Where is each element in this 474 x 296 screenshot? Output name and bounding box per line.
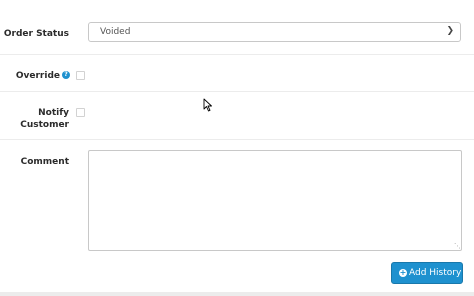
separator	[0, 54, 474, 55]
order-status-value: Voided	[100, 27, 131, 37]
notify-label-line2: Customer	[20, 120, 69, 130]
separator	[0, 91, 474, 92]
bottom-bar	[0, 292, 474, 296]
resize-handle-icon[interactable]: ⋱	[454, 243, 461, 250]
add-history-button[interactable]: + Add History	[391, 262, 463, 284]
question-circle-icon: ?	[62, 71, 70, 79]
order-status-label: Order Status	[3, 29, 69, 39]
override-checkbox[interactable]	[76, 71, 85, 80]
order-status-select[interactable]: Voided ❯	[88, 22, 461, 42]
notify-label: Notify Customer	[20, 107, 69, 131]
chevron-down-icon: ❯	[446, 26, 454, 36]
separator	[0, 139, 474, 140]
add-history-label: Add History	[409, 268, 462, 278]
notify-checkbox[interactable]	[76, 108, 85, 117]
notify-label-line1: Notify	[38, 108, 69, 118]
mouse-cursor-icon	[203, 98, 212, 112]
comment-label: Comment	[20, 157, 69, 167]
comment-textarea[interactable]	[88, 150, 462, 251]
override-label: Override	[15, 71, 60, 81]
plus-circle-icon: +	[399, 268, 407, 277]
